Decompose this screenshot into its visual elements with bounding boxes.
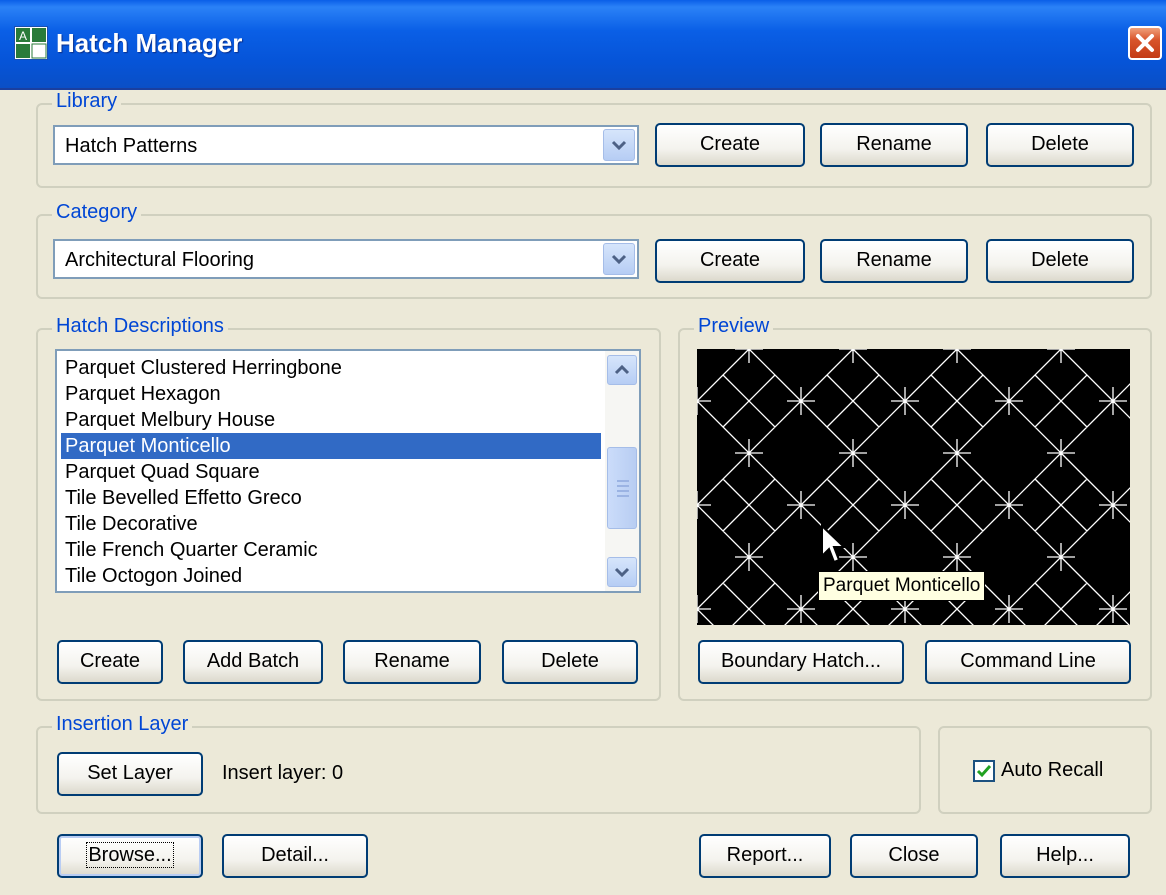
category-rename-button[interactable]: Rename: [820, 239, 968, 283]
set-layer-button[interactable]: Set Layer: [57, 752, 203, 796]
list-item[interactable]: Parquet Hexagon: [61, 381, 601, 407]
category-create-button[interactable]: Create: [655, 239, 805, 283]
hatch-descriptions-list[interactable]: Parquet Clustered Herringbone Parquet He…: [55, 349, 641, 593]
chevron-up-icon: [614, 364, 630, 375]
library-legend: Library: [52, 90, 122, 113]
auto-recall-checkbox[interactable]: [973, 760, 995, 782]
app-icon: A: [14, 26, 48, 60]
report-button[interactable]: Report...: [699, 834, 831, 878]
preview-legend: Preview: [694, 315, 774, 338]
scroll-up-button[interactable]: [607, 355, 637, 385]
close-window-button[interactable]: [1128, 26, 1162, 60]
category-legend: Category: [52, 201, 142, 224]
description-rename-button[interactable]: Rename: [343, 640, 481, 684]
chevron-down-icon[interactable]: [603, 129, 635, 161]
list-item[interactable]: Parquet Quad Square: [61, 459, 601, 485]
description-create-button[interactable]: Create: [57, 640, 163, 684]
list-item[interactable]: Tile Bevelled Effetto Greco: [61, 485, 601, 511]
library-combo[interactable]: Hatch Patterns: [53, 125, 639, 165]
category-combo-value: Architectural Flooring: [65, 249, 254, 271]
description-delete-button[interactable]: Delete: [502, 640, 638, 684]
close-button[interactable]: Close: [850, 834, 978, 878]
chevron-down-icon: [614, 567, 630, 578]
browse-button[interactable]: Browse...: [57, 834, 203, 878]
title-bar[interactable]: A Hatch Manager: [0, 0, 1166, 90]
insert-layer-text: Insert layer: 0: [222, 762, 344, 784]
library-delete-button[interactable]: Delete: [986, 123, 1134, 167]
preview-tooltip: Parquet Monticello: [818, 571, 986, 601]
scroll-down-button[interactable]: [607, 557, 637, 587]
detail-button[interactable]: Detail...: [222, 834, 368, 878]
list-scrollbar[interactable]: [605, 351, 639, 591]
library-rename-button[interactable]: Rename: [820, 123, 968, 167]
descriptions-legend: Hatch Descriptions: [52, 315, 228, 338]
checkmark-icon: [976, 765, 992, 778]
list-item[interactable]: Tile French Quarter Ceramic: [61, 537, 601, 563]
svg-text:A: A: [19, 29, 27, 43]
command-line-button[interactable]: Command Line: [925, 640, 1131, 684]
list-item-selected[interactable]: Parquet Monticello: [61, 433, 601, 459]
scroll-thumb[interactable]: [607, 447, 637, 529]
mouse-cursor-icon: [821, 523, 846, 564]
window-title: Hatch Manager: [56, 28, 243, 58]
library-create-button[interactable]: Create: [655, 123, 805, 167]
list-item[interactable]: Tile Octogon Joined: [61, 563, 601, 589]
library-combo-value: Hatch Patterns: [65, 135, 198, 157]
close-icon: [1136, 34, 1154, 52]
boundary-hatch-button[interactable]: Boundary Hatch...: [698, 640, 904, 684]
add-batch-button[interactable]: Add Batch: [183, 640, 323, 684]
insertion-layer-legend: Insertion Layer: [52, 713, 193, 736]
auto-recall-label[interactable]: Auto Recall: [1001, 759, 1103, 782]
category-delete-button[interactable]: Delete: [986, 239, 1134, 283]
help-button[interactable]: Help...: [1000, 834, 1130, 878]
category-combo[interactable]: Architectural Flooring: [53, 239, 639, 279]
list-item[interactable]: Parquet Melbury House: [61, 407, 601, 433]
chevron-down-icon[interactable]: [603, 243, 635, 275]
list-item[interactable]: Tile Decorative: [61, 511, 601, 537]
list-item[interactable]: Parquet Clustered Herringbone: [61, 355, 601, 381]
